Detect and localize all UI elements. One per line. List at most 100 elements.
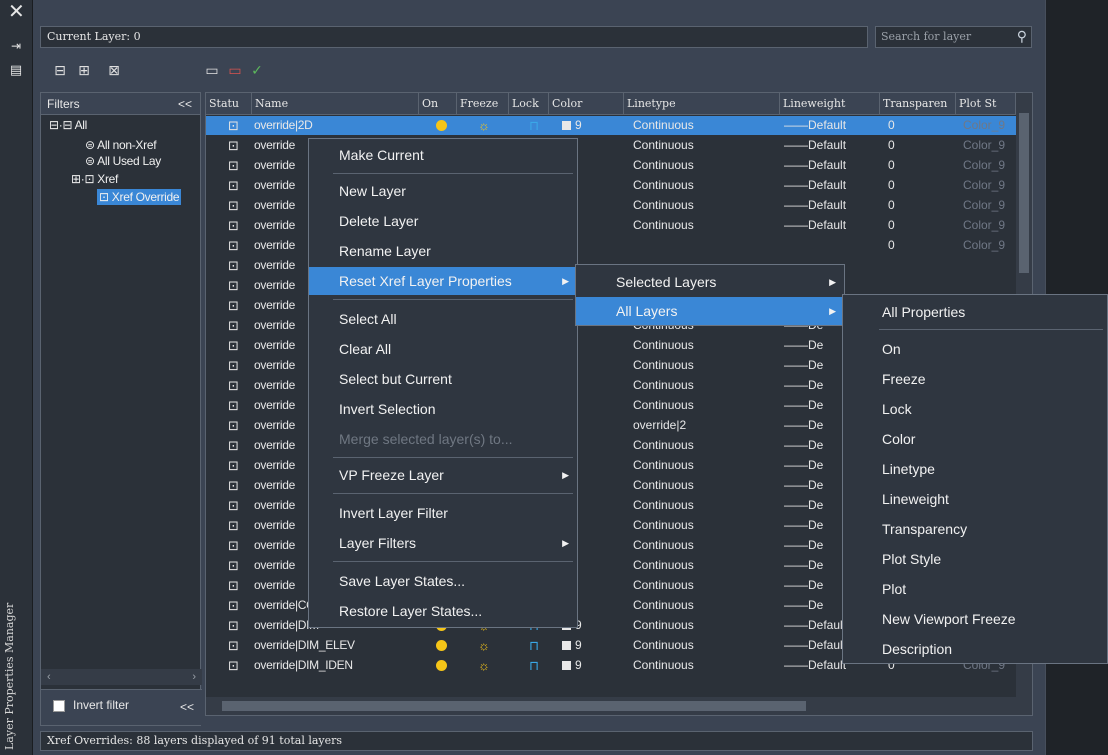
lineweight-value[interactable]: —— Default [784,196,846,215]
tree-item-all-used-layers[interactable]: ⊜ All Used Lay [85,153,161,169]
color-swatch[interactable] [562,121,571,130]
column-linetype[interactable]: Linetype [624,93,780,115]
menu-new-layer[interactable]: New Layer [309,177,577,205]
lineweight-value[interactable]: —— Default [784,156,846,175]
tree-item-xref[interactable]: ⊞·⊡ Xref [71,171,118,187]
menu-linetype[interactable]: Linetype [843,455,1107,483]
collapse-icon[interactable]: ⇥ [8,38,24,54]
linetype-value[interactable]: Continuous [633,436,694,455]
scroll-right-icon[interactable]: › [192,669,196,685]
lineweight-value[interactable]: —— De [784,496,823,515]
linetype-value[interactable]: Continuous [633,636,694,655]
column-name[interactable]: Name [252,93,419,115]
linetype-value[interactable]: Continuous [633,356,694,375]
linetype-value[interactable]: Continuous [633,536,694,555]
linetype-value[interactable]: Continuous [633,116,694,135]
transparency-value[interactable]: 0 [888,116,895,135]
linetype-value[interactable]: Continuous [633,156,694,175]
delete-layer-icon[interactable]: ▭ [226,62,244,78]
horizontal-scroll-thumb[interactable] [222,701,806,711]
layer-name[interactable]: override [254,196,295,215]
menu-layer-filters[interactable]: Layer Filters ▶ [309,529,577,557]
lineweight-value[interactable]: —— De [784,336,823,355]
transparency-value[interactable]: 0 [888,216,895,235]
lineweight-value[interactable]: —— De [784,376,823,395]
collapse-filters-bottom-button[interactable]: << [180,700,194,714]
collapse-filters-button[interactable]: << [178,93,192,115]
layer-name[interactable]: override [254,556,295,575]
column-transparency[interactable]: Transparen [880,93,956,115]
menu-color[interactable]: Color [843,425,1107,453]
search-input[interactable]: Search for layer ⚲ [875,26,1032,48]
column-on[interactable]: On [419,93,457,115]
column-plot-style[interactable]: Plot St [956,93,1016,115]
menu-lock[interactable]: Lock [843,395,1107,423]
set-current-icon[interactable]: ✓ [248,62,266,78]
settings-panel-icon[interactable]: ▤ [8,62,24,78]
bulb-on-icon[interactable] [436,120,447,131]
layer-name[interactable]: override [254,416,295,435]
lineweight-value[interactable]: —— De [784,476,823,495]
menu-selected-layers[interactable]: Selected Layers ▶ [576,268,844,296]
linetype-value[interactable]: Continuous [633,336,694,355]
linetype-value[interactable]: override|2 [633,416,686,435]
menu-invert-layer-filter[interactable]: Invert Layer Filter [309,499,577,527]
vertical-scroll-thumb[interactable] [1019,113,1029,273]
lineweight-value[interactable]: —— De [784,576,823,595]
lineweight-value[interactable]: —— De [784,416,823,435]
layer-name[interactable]: override [254,436,295,455]
menu-select-but-current[interactable]: Select but Current [309,365,577,393]
bulb-on-icon[interactable] [436,660,447,671]
linetype-value[interactable]: Continuous [633,136,694,155]
layer-name[interactable]: override [254,496,295,515]
sun-thawed-icon[interactable]: ☼ [478,116,490,135]
lineweight-value[interactable]: —— De [784,356,823,375]
linetype-value[interactable]: Continuous [633,656,694,675]
column-lineweight[interactable]: Lineweight [780,93,880,115]
lineweight-value[interactable]: —— De [784,596,823,615]
menu-all-layers[interactable]: All Layers ▶ [576,297,844,325]
layer-name[interactable]: override|DIM_IDEN [254,656,353,675]
menu-freeze[interactable]: Freeze [843,365,1107,393]
layer-name[interactable]: override [254,256,295,275]
menu-clear-all[interactable]: Clear All [309,335,577,363]
linetype-value[interactable]: Continuous [633,456,694,475]
layer-name[interactable]: override [254,476,295,495]
layer-name[interactable]: override [254,396,295,415]
linetype-value[interactable]: Continuous [633,196,694,215]
layer-name[interactable]: override [254,296,295,315]
column-status[interactable]: Statu [206,93,252,115]
layer-name[interactable]: override [254,536,295,555]
tree-item-xref-override[interactable]: ⊡ Xref Override [97,189,182,205]
menu-save-layer-states[interactable]: Save Layer States... [309,567,577,595]
lineweight-value[interactable]: —— Default [784,136,846,155]
linetype-value[interactable]: Continuous [633,496,694,515]
linetype-value[interactable]: Continuous [633,616,694,635]
layer-name[interactable]: override [254,376,295,395]
scroll-left-icon[interactable]: ‹ [47,669,51,685]
linetype-value[interactable]: Continuous [633,376,694,395]
layer-name[interactable]: override [254,336,295,355]
new-group-filter-icon[interactable]: ⊞ [75,62,93,78]
menu-plot[interactable]: Plot [843,575,1107,603]
menu-select-all[interactable]: Select All [309,305,577,333]
menu-transparency[interactable]: Transparency [843,515,1107,543]
menu-plot-style[interactable]: Plot Style [843,545,1107,573]
menu-description[interactable]: Description [843,635,1107,663]
menu-on[interactable]: On [843,335,1107,363]
lineweight-value[interactable]: —— Default [784,116,846,135]
color-swatch[interactable] [562,641,571,650]
menu-lineweight[interactable]: Lineweight [843,485,1107,513]
sun-thawed-icon[interactable]: ☼ [478,656,490,675]
layer-name[interactable]: override [254,136,295,155]
invert-filter-checkbox[interactable] [53,700,65,712]
transparency-value[interactable]: 0 [888,136,895,155]
linetype-value[interactable]: Continuous [633,596,694,615]
layer-name[interactable]: override [254,176,295,195]
sun-thawed-icon[interactable]: ☼ [478,636,490,655]
linetype-value[interactable]: Continuous [633,476,694,495]
unlock-icon[interactable]: ⊓ [529,656,539,675]
lineweight-value[interactable]: —— De [784,396,823,415]
menu-vp-freeze-layer[interactable]: VP Freeze Layer ▶ [309,461,577,489]
layer-name[interactable]: override [254,516,295,535]
